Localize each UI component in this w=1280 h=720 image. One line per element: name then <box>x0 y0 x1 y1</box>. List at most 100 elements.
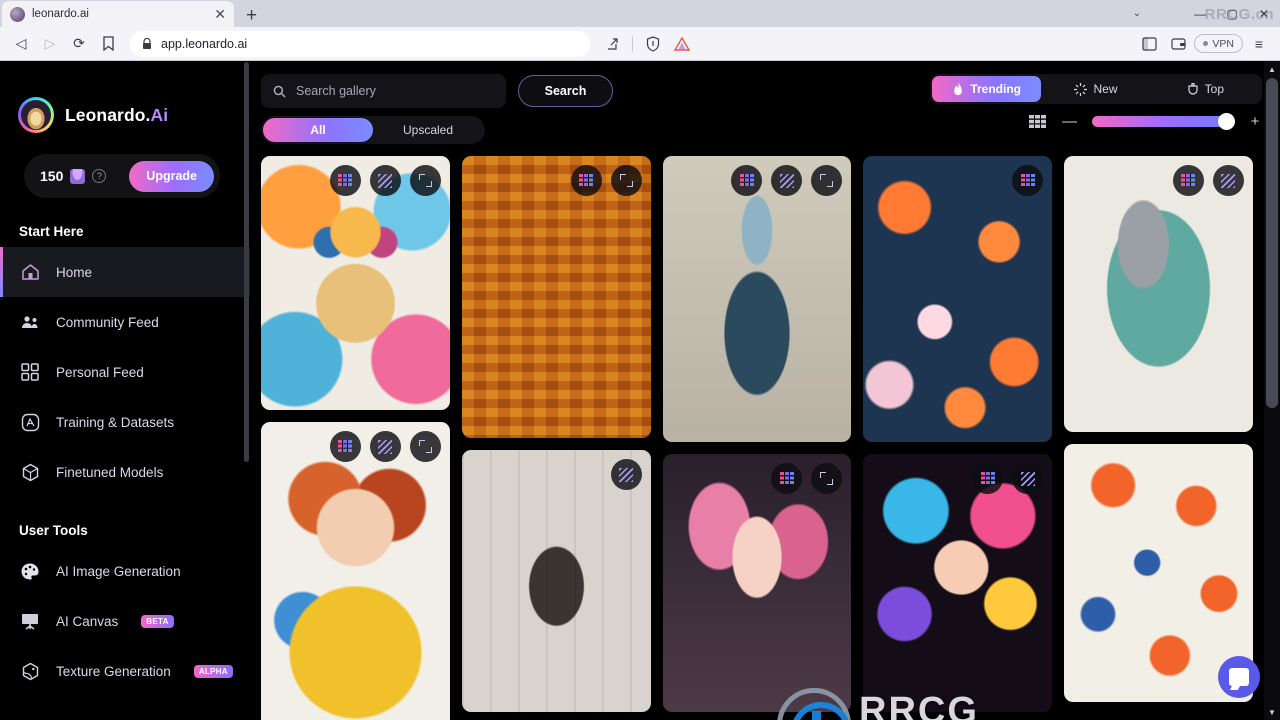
sidebar-item-ai-image-generation[interactable]: AI Image Generation <box>0 546 250 596</box>
gallery-card-colorful-lion-sunglasses[interactable] <box>261 156 450 410</box>
search-icon <box>273 85 286 97</box>
zoom-out-button[interactable]: — <box>1062 114 1077 129</box>
gallery-card-blue-haired-warrior[interactable] <box>662 156 852 442</box>
scroll-up-arrow-icon[interactable]: ▲ <box>1264 61 1280 77</box>
reload-icon[interactable]: ⟳ <box>66 31 92 57</box>
sidebar-item-texture-generation[interactable]: Texture Generation ALPHA <box>0 646 250 696</box>
remix-grid-icon[interactable] <box>972 463 1004 494</box>
close-icon[interactable]: ✕ <box>214 7 226 21</box>
tab-label: Trending <box>970 82 1021 96</box>
sidebar-section-user-tools: User Tools <box>19 523 88 538</box>
toolbar-divider <box>631 35 633 52</box>
expand-fullscreen-icon[interactable] <box>610 165 642 196</box>
tab-new[interactable]: New <box>1041 76 1150 102</box>
tab-label: New <box>1093 82 1118 96</box>
remix-grid-icon[interactable] <box>329 431 361 462</box>
tab-top[interactable]: Top <box>1151 76 1260 102</box>
search-button[interactable]: Search <box>518 75 613 107</box>
vpn-status-dot <box>1203 41 1209 46</box>
gallery-card-girl-sunglasses-backpack[interactable] <box>261 422 450 720</box>
tab-label: Top <box>1204 82 1224 96</box>
dataset-icon <box>19 411 41 433</box>
search-area: Search gallery Search <box>261 74 613 108</box>
brave-leo-icon[interactable] <box>669 31 695 57</box>
gallery-column <box>1064 156 1253 720</box>
url-text: app.leonardo.ai <box>161 36 248 51</box>
remix-grid-icon[interactable] <box>731 165 763 196</box>
sidebar-item-label: Training & Datasets <box>56 414 175 430</box>
search-input[interactable]: Search gallery <box>261 74 506 108</box>
zoom-in-button[interactable]: + <box>1248 114 1262 129</box>
tab-title: leonardo.ai <box>32 8 89 20</box>
tab-trending[interactable]: Trending <box>932 76 1042 102</box>
diagonal-lines-icon[interactable] <box>610 459 642 490</box>
card-actions <box>731 165 843 196</box>
remix-grid-icon[interactable] <box>570 165 602 196</box>
brand[interactable]: Leonardo.Ai <box>0 61 250 133</box>
card-actions <box>570 165 642 196</box>
sidebar-scrollbar[interactable] <box>244 61 249 720</box>
gallery-card-orange-floral-pattern[interactable] <box>863 156 1053 442</box>
sidebar-item-ai-canvas[interactable]: AI Canvas BETA <box>0 596 250 646</box>
sidebar-item-label: Personal Feed <box>56 364 144 380</box>
browser-window: leonardo.ai ✕ + ⌄ — ▢ ✕ RRCG.cn ◁ ▷ ⟳ ap… <box>0 0 1280 720</box>
diagonal-lines-icon[interactable] <box>1212 165 1244 196</box>
easel-icon <box>19 610 41 632</box>
artwork-image <box>461 156 651 438</box>
sidebar-item-community-feed[interactable]: Community Feed <box>0 297 250 347</box>
flame-icon <box>954 82 963 96</box>
gallery-card-egyptian-hieroglyphs-wall[interactable] <box>461 156 651 438</box>
back-icon[interactable]: ◁ <box>8 31 34 57</box>
gallery-scrollbar[interactable]: ▲ ▼ <box>1264 61 1280 720</box>
gallery-card-pink-haired-fairy[interactable] <box>662 454 852 712</box>
chevron-down-icon[interactable]: ⌄ <box>1124 0 1150 27</box>
brave-shields-icon[interactable] <box>640 31 666 57</box>
token-coin-icon <box>70 168 86 184</box>
forward-icon[interactable]: ▷ <box>37 31 63 57</box>
remix-grid-icon[interactable] <box>771 463 803 494</box>
gallery-card-koala-on-bicycle[interactable] <box>1064 156 1253 432</box>
gallery-card-character-sheet-sorceress[interactable] <box>461 450 651 712</box>
help-circle-icon[interactable]: ? <box>92 169 107 183</box>
sidebar-item-training-datasets[interactable]: Training & Datasets <box>0 397 250 447</box>
remix-grid-icon[interactable] <box>329 165 361 196</box>
address-bar[interactable]: app.leonardo.ai <box>130 30 590 57</box>
intercom-chat-icon[interactable] <box>1218 656 1260 698</box>
sidebar-nav-user-tools: AI Image Generation AI Canvas BETA Textu… <box>0 546 250 696</box>
new-tab-button[interactable]: + <box>246 6 257 25</box>
gallery-card-rainbow-hair-portrait[interactable] <box>863 454 1053 712</box>
leonardo-favicon-icon <box>10 6 25 22</box>
expand-fullscreen-icon[interactable] <box>811 463 843 494</box>
zoom-slider[interactable] <box>1092 113 1235 130</box>
sidebar-item-home[interactable]: Home <box>0 247 250 297</box>
diagonal-lines-icon[interactable] <box>771 165 803 196</box>
bookmark-icon[interactable] <box>95 31 121 57</box>
scroll-down-arrow-icon[interactable]: ▼ <box>1264 704 1280 720</box>
diagonal-lines-icon[interactable] <box>369 165 401 196</box>
expand-fullscreen-icon[interactable] <box>811 165 843 196</box>
upgrade-button[interactable]: Upgrade <box>129 160 214 192</box>
vpn-button[interactable]: VPN <box>1194 34 1243 53</box>
sidebar-item-finetuned-models[interactable]: Finetuned Models <box>0 447 250 497</box>
diagonal-lines-icon[interactable] <box>1012 463 1044 494</box>
sidebar-item-label: Home <box>56 264 93 280</box>
gallery-column <box>863 156 1053 720</box>
brave-wallet-icon[interactable] <box>1165 31 1191 57</box>
sidebar-panel-icon[interactable] <box>1136 31 1162 57</box>
browser-tab[interactable]: leonardo.ai ✕ <box>2 1 234 27</box>
layout-density-icon[interactable] <box>1029 115 1046 128</box>
people-icon <box>19 311 41 333</box>
expand-fullscreen-icon[interactable] <box>409 431 441 462</box>
scrollbar-thumb[interactable] <box>1266 78 1278 408</box>
share-icon[interactable] <box>599 31 625 57</box>
remix-grid-icon[interactable] <box>1172 165 1204 196</box>
search-placeholder: Search gallery <box>296 84 376 98</box>
sidebar-item-personal-feed[interactable]: Personal Feed <box>0 347 250 397</box>
browser-menu-icon[interactable]: ≡ <box>1246 31 1272 57</box>
expand-fullscreen-icon[interactable] <box>409 165 441 196</box>
tab-all[interactable]: All <box>263 118 373 142</box>
tab-upscaled[interactable]: Upscaled <box>373 118 483 142</box>
card-actions <box>1012 165 1044 196</box>
remix-grid-icon[interactable] <box>1012 165 1044 196</box>
diagonal-lines-icon[interactable] <box>369 431 401 462</box>
